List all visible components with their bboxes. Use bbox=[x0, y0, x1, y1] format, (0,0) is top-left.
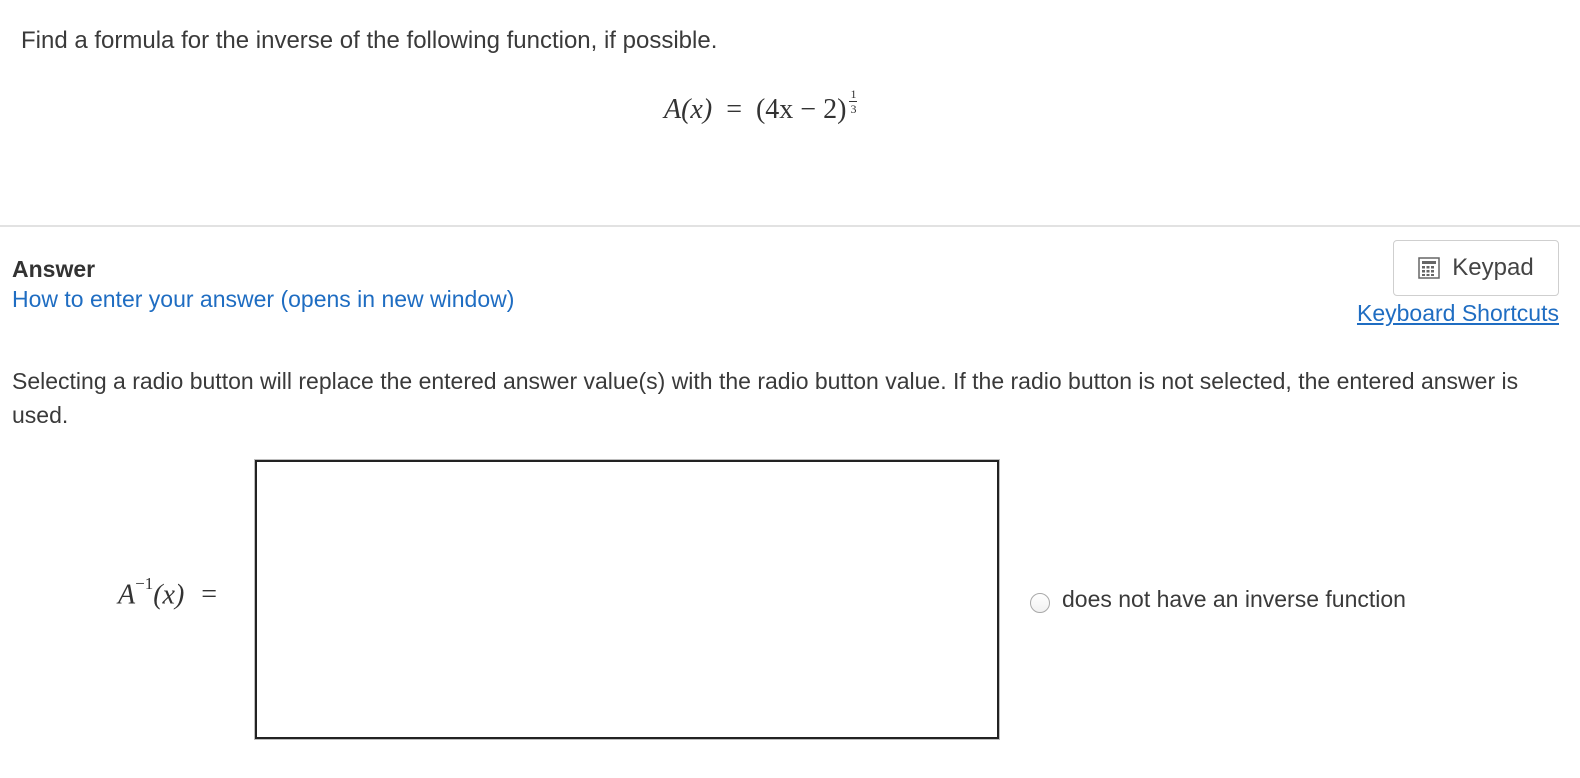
keypad-label: Keypad bbox=[1452, 254, 1534, 281]
function-formula: A(x) = (4x − 2) 1 3 bbox=[664, 88, 858, 126]
keypad-button[interactable]: Keypad bbox=[1393, 240, 1559, 296]
calculator-icon bbox=[1418, 257, 1441, 279]
no-inverse-radio-label: does not have an inverse function bbox=[1062, 586, 1406, 612]
exponent-numerator: 1 bbox=[850, 87, 857, 101]
question-prompt: Find a formula for the inverse of the fo… bbox=[21, 27, 718, 54]
formula-equals: = bbox=[726, 94, 742, 125]
label-equals: = bbox=[201, 579, 218, 611]
label-base: A bbox=[118, 579, 136, 611]
exponent-denominator: 3 bbox=[850, 102, 857, 116]
how-to-enter-answer-link[interactable]: How to enter your answer (opens in new w… bbox=[12, 286, 514, 313]
no-inverse-radio-option[interactable]: does not have an inverse function bbox=[1030, 586, 1406, 613]
label-argument: (x) bbox=[153, 579, 185, 611]
section-divider bbox=[0, 225, 1580, 227]
formula-exponent: 1 3 bbox=[849, 87, 858, 116]
formula-base: (4x − 2) bbox=[755, 94, 847, 125]
answer-heading: Answer bbox=[12, 256, 96, 282]
inverse-function-label: A−1(x) = bbox=[118, 574, 218, 611]
no-inverse-radio-button[interactable] bbox=[1030, 592, 1050, 613]
label-superscript: −1 bbox=[135, 574, 154, 593]
radio-instructions: Selecting a radio button will replace th… bbox=[12, 368, 1519, 428]
answer-input-box[interactable] bbox=[255, 460, 999, 739]
keyboard-shortcuts-link[interactable]: Keyboard Shortcuts bbox=[1357, 300, 1559, 327]
formula-lhs: A(x) bbox=[664, 94, 713, 125]
